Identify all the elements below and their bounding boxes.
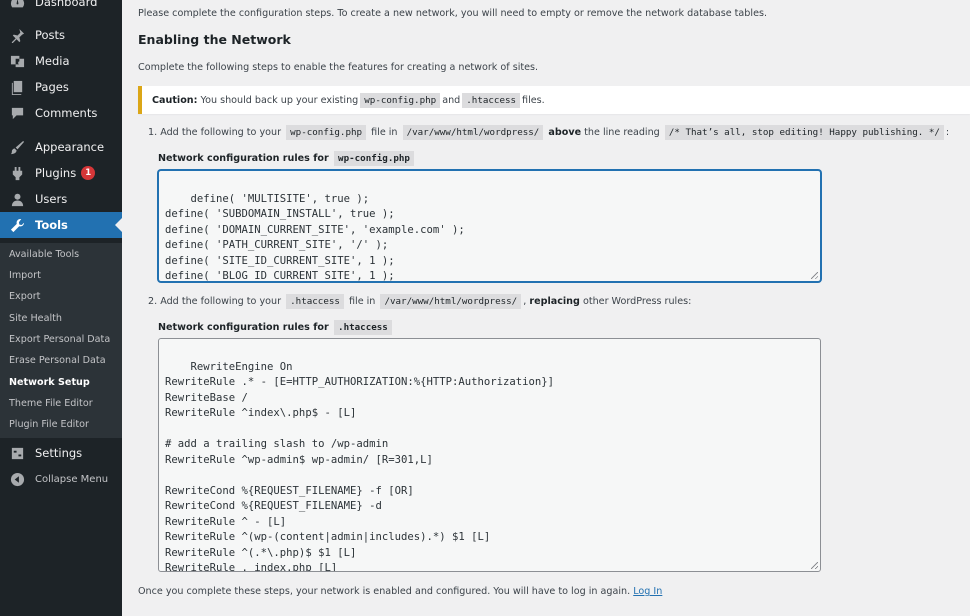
plugin-icon (9, 165, 25, 181)
footer-text: Once you complete these steps, your netw… (138, 586, 662, 597)
menu-item-label: Pages (35, 80, 69, 94)
pages-icon (9, 79, 25, 95)
step1-colon: : (945, 127, 950, 138)
step1-instruction: 1. Add the following to your wp-config.p… (148, 125, 950, 140)
submenu-import[interactable]: Import (9, 270, 41, 281)
submenu-available-tools[interactable]: Available Tools (9, 249, 79, 260)
code-htaccess: .htaccess (334, 320, 392, 335)
media-icon (9, 53, 25, 69)
step2-in: file in (348, 296, 376, 307)
submenu-theme-file-editor[interactable]: Theme File Editor (9, 398, 93, 409)
code-wp-config: wp-config.php (360, 92, 441, 108)
menu-item-posts[interactable]: Posts (0, 22, 122, 48)
menu-item-users[interactable]: Users (0, 186, 122, 212)
step2-instruction: 2. Add the following to your .htaccess f… (148, 294, 692, 309)
step1-reading: the line reading (584, 127, 660, 138)
htaccess-rules-textarea[interactable]: RewriteEngine On RewriteRule .* - [E=HTT… (158, 338, 821, 572)
submenu-network-setup[interactable]: Network Setup (9, 377, 90, 388)
menu-item-label: Users (35, 192, 68, 206)
menu-item-label: Settings (35, 446, 83, 460)
submenu-export-personal-data[interactable]: Export Personal Data (9, 334, 110, 345)
step1-in: file in (371, 127, 398, 138)
step2-replacing: replacing (529, 296, 580, 307)
collapse-menu-button[interactable]: Collapse Menu (0, 466, 122, 492)
rules-label-text: Network configuration rules for (158, 322, 329, 333)
code-path: /var/www/html/wordpress/ (380, 294, 522, 309)
menu-item-label: Appearance (35, 140, 105, 154)
sliders-icon (9, 445, 25, 461)
menu-item-appearance[interactable]: Appearance (0, 134, 122, 160)
step2-prefix: 2. Add the following to your (148, 296, 282, 307)
step2-comma: , (523, 296, 527, 307)
htaccess-rules-label: Network configuration rules for .htacces… (158, 320, 394, 335)
intro-text: Please complete the configuration steps.… (138, 8, 768, 19)
code-wp-config: wp-config.php (334, 151, 414, 166)
wpconfig-code: define( 'MULTISITE', true ); define( 'SU… (165, 192, 465, 282)
menu-item-label: Collapse Menu (35, 473, 109, 485)
step1-above: above (548, 127, 582, 138)
user-icon (9, 191, 25, 207)
main-content: Please complete the configuration steps.… (122, 0, 970, 616)
caution-text: You should back up your existing (200, 94, 359, 106)
code-path: /var/www/html/wordpress/ (402, 125, 544, 140)
log-in-link[interactable]: Log In (633, 586, 662, 597)
submenu-plugin-file-editor[interactable]: Plugin File Editor (9, 419, 89, 430)
menu-item-label: Media (35, 54, 70, 68)
menu-item-plugins[interactable]: Plugins 1 (0, 160, 122, 186)
collapse-icon (9, 471, 25, 487)
menu-item-label: Posts (35, 28, 66, 42)
menu-item-label: Plugins (35, 166, 77, 180)
menu-item-label: Dashboard (35, 0, 98, 9)
submenu-site-health[interactable]: Site Health (9, 313, 62, 324)
step2-rest: other WordPress rules: (582, 296, 692, 307)
submenu-erase-personal-data[interactable]: Erase Personal Data (9, 355, 106, 366)
caution-files: files. (522, 94, 545, 106)
menu-item-pages[interactable]: Pages (0, 74, 122, 100)
wrench-icon (9, 217, 25, 233)
tools-submenu: Available Tools Import Export Site Healt… (0, 243, 122, 438)
caution-notice: Caution: You should back up your existin… (138, 86, 970, 114)
plugin-update-badge: 1 (81, 166, 96, 180)
wpconfig-rules-textarea[interactable]: define( 'MULTISITE', true ); define( 'SU… (158, 170, 821, 282)
brush-icon (9, 139, 25, 155)
comment-icon (9, 105, 25, 121)
menu-item-media[interactable]: Media (0, 48, 122, 74)
menu-item-label: Comments (35, 106, 98, 120)
wpconfig-rules-label: Network configuration rules for wp-confi… (158, 151, 416, 166)
caution-and: and (442, 94, 461, 106)
rules-label-text: Network configuration rules for (158, 153, 329, 164)
menu-item-dashboard[interactable]: Dashboard (0, 0, 122, 15)
submenu-export[interactable]: Export (9, 291, 40, 302)
menu-item-settings[interactable]: Settings (0, 440, 122, 466)
page-section-heading: Enabling the Network (138, 32, 291, 47)
section-subtitle: Complete the following steps to enable t… (138, 62, 539, 73)
menu-item-comments[interactable]: Comments (0, 100, 122, 126)
code-wp-config: wp-config.php (286, 125, 367, 140)
code-htaccess: .htaccess (286, 294, 344, 309)
dashboard-icon (9, 0, 25, 10)
admin-sidebar: Dashboard Posts Media Pages Comments App… (0, 0, 122, 616)
caution-label: Caution: (152, 94, 198, 106)
menu-item-tools[interactable]: Tools (0, 212, 122, 238)
menu-item-label: Tools (35, 218, 68, 232)
code-stop-editing-line: /* That’s all, stop editing! Happy publi… (664, 125, 944, 140)
resize-grip-icon[interactable] (811, 562, 818, 569)
footer-message: Once you complete these steps, your netw… (138, 586, 631, 597)
step1-prefix: 1. Add the following to your (148, 127, 282, 138)
htaccess-code: RewriteEngine On RewriteRule .* - [E=HTT… (165, 360, 555, 572)
resize-grip-icon[interactable] (811, 272, 818, 279)
pin-icon (9, 27, 25, 43)
code-htaccess: .htaccess (462, 92, 521, 108)
